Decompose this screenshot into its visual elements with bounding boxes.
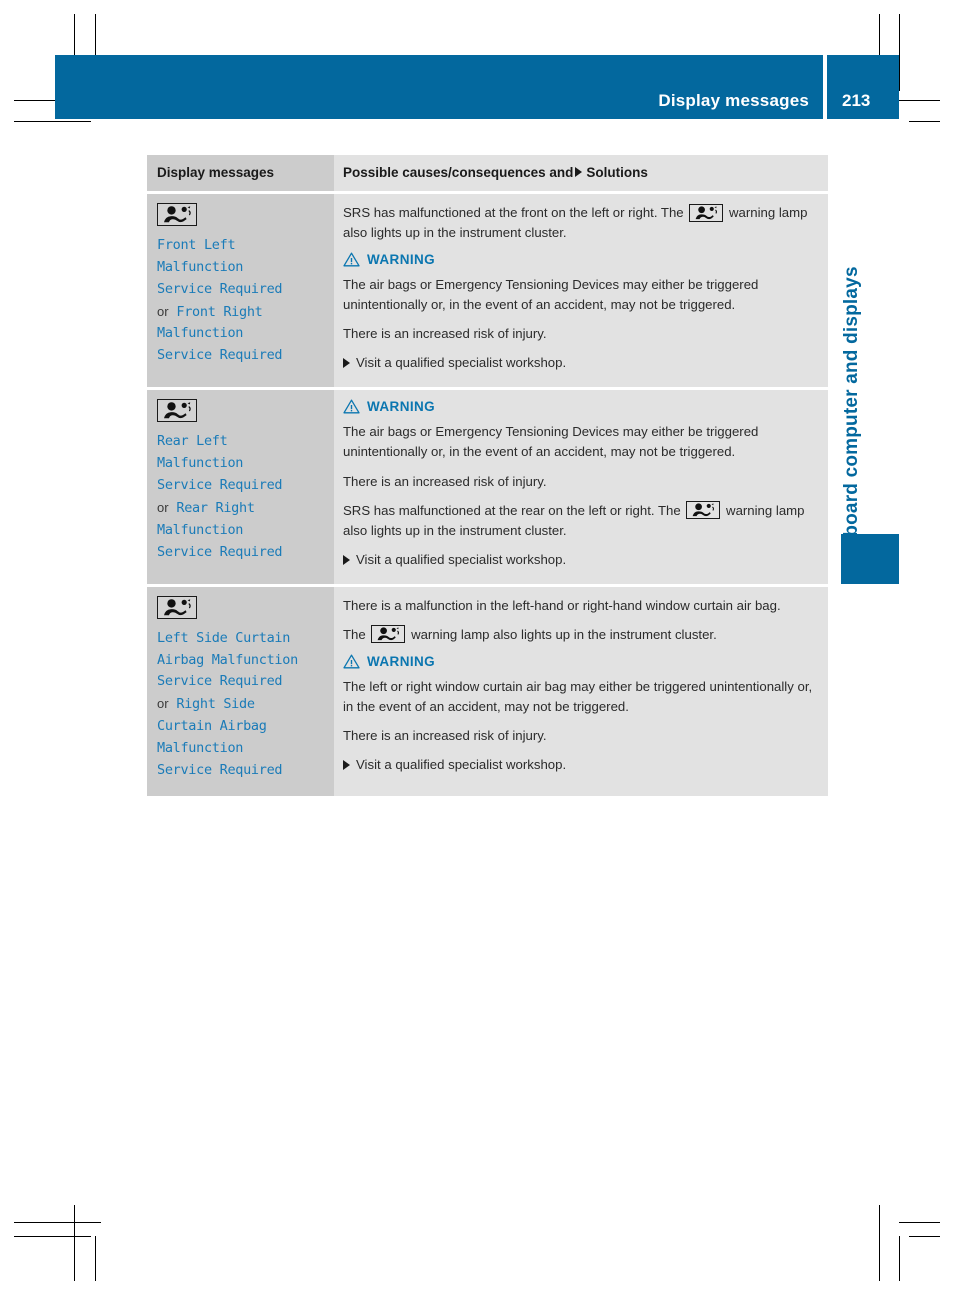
message-or-separator: or <box>157 499 169 515</box>
message-line: Service Required <box>157 347 283 364</box>
airbag-occupant-icon <box>157 595 197 619</box>
paragraph-with-icon: SRS has malfunctioned at the rear on the… <box>343 501 814 541</box>
paragraph: The air bags or Emergency Tensioning Dev… <box>343 424 759 460</box>
page-number: 213 <box>842 91 871 110</box>
message-line: Front Right <box>176 303 263 320</box>
paragraph: The left or right window curtain air bag… <box>343 678 813 714</box>
table-header-cell-causes: Possible causes/consequences and Solution… <box>334 155 828 191</box>
message-line: Service Required <box>157 477 283 494</box>
solution-text: Visit a qualified specialist workshop. <box>356 757 567 773</box>
warning-heading: WARNING <box>343 252 814 267</box>
crop-mark-top-left-horizontal-b <box>14 121 91 122</box>
table-row: Front Left Malfunction Service Required … <box>147 194 828 388</box>
message-line: Service Required <box>157 673 283 690</box>
warning-label: WARNING <box>367 653 436 669</box>
warning-heading: WARNING <box>343 654 814 669</box>
paragraph-text-before: SRS has malfunctioned at the front on th… <box>343 205 684 220</box>
crop-mark-bottom-right-horizontal-b <box>909 1236 940 1237</box>
solution-bullet: Visit a qualified specialist workshop. <box>343 550 814 570</box>
crop-mark-bottom-right-vertical-b <box>899 1236 900 1281</box>
warning-heading: WARNING <box>343 399 814 414</box>
airbag-occupant-icon <box>157 399 197 423</box>
paragraph-text-before: SRS has malfunctioned at the rear on the… <box>343 502 681 518</box>
solution-bullet: Visit a qualified specialist workshop. <box>343 353 814 373</box>
solution-triangle-icon <box>343 554 350 565</box>
paragraph: There is an increased risk of injury. <box>343 473 547 489</box>
airbag-occupant-icon <box>371 625 406 644</box>
warning-label: WARNING <box>367 399 436 415</box>
table-header-cell-messages: Display messages <box>147 155 334 191</box>
message-line: Malfunction <box>157 521 244 538</box>
message-or-separator: or <box>157 303 169 319</box>
airbag-occupant-icon <box>689 203 724 222</box>
page-header-bar: Display messages <box>55 55 823 119</box>
row-3-content-cell: There is a malfunction in the left-hand … <box>334 586 828 796</box>
row-3-message-cell: Left Side Curtain Airbag Malfunction Ser… <box>147 586 334 796</box>
crop-mark-bottom-left-vertical-a <box>74 1205 75 1281</box>
crop-mark-top-right-horizontal-a <box>899 100 940 101</box>
paragraph-text-before: The <box>343 626 366 642</box>
message-line: Rear Left <box>157 433 228 450</box>
warning-triangle-icon <box>343 654 360 669</box>
message-line: Front Left <box>157 237 236 253</box>
crop-mark-top-right-vertical-b <box>899 14 900 91</box>
airbag-occupant-icon <box>157 203 197 226</box>
row-1-content-cell: SRS has malfunctioned at the front on th… <box>334 194 828 388</box>
crop-mark-top-right-horizontal-b <box>909 121 940 122</box>
crop-mark-bottom-left-horizontal-a <box>14 1222 101 1223</box>
page-number-box: 213 <box>827 55 899 119</box>
message-or-separator: or <box>157 696 169 712</box>
crop-mark-bottom-right-vertical-a <box>879 1205 880 1281</box>
message-line: Rear Right <box>176 499 255 516</box>
message-line: Left Side Curtain <box>157 629 291 646</box>
chapter-tab-marker <box>841 534 899 584</box>
warning-label: WARNING <box>367 252 436 268</box>
message-line: Airbag Malfunction <box>157 651 298 668</box>
message-line: Right Side <box>176 696 255 713</box>
paragraph: There is an increased risk of injury. <box>343 326 547 342</box>
crop-mark-bottom-left-horizontal-b <box>14 1236 91 1237</box>
paragraph: There is an increased risk of injury. <box>343 728 547 743</box>
paragraph-with-icon: SRS has malfunctioned at the front on th… <box>343 203 814 243</box>
warning-triangle-icon <box>343 399 360 414</box>
solution-text: Visit a qualified specialist workshop. <box>356 551 567 567</box>
row-3-message-list: Left Side Curtain Airbag Malfunction Ser… <box>157 628 324 782</box>
solution-text: Visit a qualified specialist workshop. <box>356 355 567 371</box>
chapter-tab-label: On-board computer and displays <box>841 266 862 570</box>
table-header-row: Display messages Possible causes/consequ… <box>147 155 828 191</box>
message-line: Service Required <box>157 761 283 778</box>
row-2-message-list: Rear Left Malfunction Service Required o… <box>157 431 324 563</box>
crop-mark-bottom-right-horizontal-a <box>899 1222 940 1223</box>
paragraph-with-icon: The warning lamp also lights up in the i… <box>343 625 814 645</box>
row-2-message-cell: Rear Left Malfunction Service Required o… <box>147 390 334 584</box>
solution-triangle-icon <box>343 358 350 369</box>
display-messages-table: Display messages Possible causes/consequ… <box>147 155 828 796</box>
table-row: Left Side Curtain Airbag Malfunction Ser… <box>147 586 828 796</box>
message-line: Malfunction <box>157 455 244 472</box>
crop-mark-bottom-left-vertical-b <box>95 1236 96 1281</box>
paragraph: There is a malfunction in the left-hand … <box>343 597 781 613</box>
row-1-message-cell: Front Left Malfunction Service Required … <box>147 194 334 388</box>
message-line: Malfunction <box>157 258 244 275</box>
row-1-message-list: Front Left Malfunction Service Required … <box>157 235 324 367</box>
paragraph: The air bags or Emergency Tensioning Dev… <box>343 277 759 313</box>
paragraph-text-after: warning lamp also lights up in the instr… <box>411 626 717 642</box>
page-title: Display messages <box>658 91 809 110</box>
message-line: Malfunction <box>157 740 244 757</box>
message-line: Service Required <box>157 280 283 297</box>
message-line: Curtain Airbag <box>157 718 267 735</box>
warning-triangle-icon <box>343 252 360 267</box>
solution-bullet: Visit a qualified specialist workshop. <box>343 755 814 775</box>
column-header-causes-prefix: Possible causes/consequences and <box>343 165 574 180</box>
row-2-content-cell: WARNING The air bags or Emergency Tensio… <box>334 390 828 584</box>
airbag-occupant-icon <box>686 501 721 520</box>
column-header-causes-suffix: Solutions <box>586 165 648 180</box>
message-line: Service Required <box>157 543 283 560</box>
message-line: Malfunction <box>157 325 244 342</box>
solution-triangle-icon <box>343 760 350 771</box>
solutions-triangle-icon <box>575 167 583 177</box>
table-row: Rear Left Malfunction Service Required o… <box>147 390 828 584</box>
column-header-display-messages: Display messages <box>157 165 275 180</box>
